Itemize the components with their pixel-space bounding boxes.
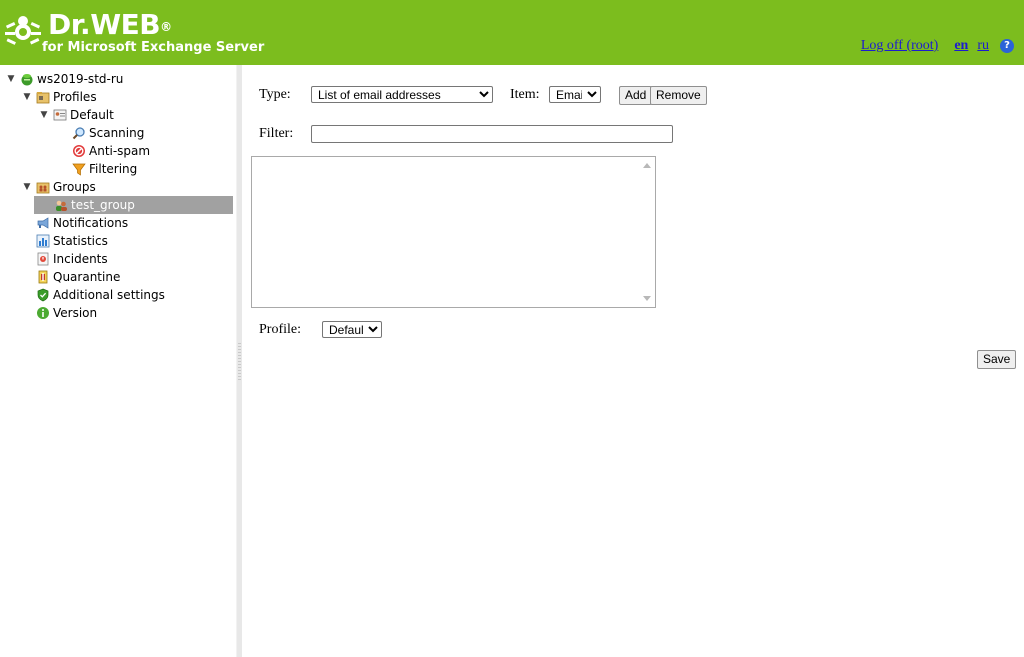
magnifier-icon bbox=[72, 126, 86, 140]
server-icon bbox=[20, 72, 34, 86]
type-select[interactable]: List of email addresses bbox=[311, 86, 493, 103]
expand-caret-icon[interactable]: ▼ bbox=[6, 70, 16, 88]
tree-item-statistics[interactable]: Statistics bbox=[36, 232, 108, 250]
tree-item-test-group[interactable]: test_group bbox=[34, 196, 233, 214]
email-list-box[interactable] bbox=[251, 156, 656, 308]
incident-report-icon bbox=[36, 252, 50, 266]
brand-registered-mark: ® bbox=[160, 20, 172, 34]
tree-item-default-profile[interactable]: ▼ Default bbox=[39, 106, 114, 124]
tree-item-version[interactable]: Version bbox=[36, 304, 97, 322]
tree-item-label: Version bbox=[53, 306, 98, 320]
tree-item-label: Additional settings bbox=[53, 288, 165, 302]
scroll-down-arrow-icon[interactable] bbox=[643, 296, 651, 301]
shield-icon bbox=[36, 288, 50, 302]
type-label: Type: bbox=[259, 87, 291, 102]
header-links: Log off (root) en ru ? bbox=[861, 38, 1014, 54]
tree-item-label: Anti-spam bbox=[89, 144, 151, 158]
expand-caret-icon[interactable]: ▼ bbox=[22, 88, 32, 106]
group-users-icon bbox=[54, 198, 68, 212]
tree-item-label: Notifications bbox=[53, 216, 129, 230]
drweb-logo: Dr.WEB® for Microsoft Exchange Server bbox=[4, 8, 264, 60]
expand-caret-icon[interactable]: ▼ bbox=[22, 178, 32, 196]
megaphone-icon bbox=[36, 216, 50, 230]
no-entry-icon bbox=[72, 144, 86, 158]
brand-subtitle: for Microsoft Exchange Server bbox=[42, 40, 265, 55]
folder-icon bbox=[36, 90, 50, 104]
splitter-grip[interactable] bbox=[238, 343, 241, 381]
scroll-up-arrow-icon[interactable] bbox=[643, 163, 651, 168]
header-bar: Dr.WEB® for Microsoft Exchange Server Lo… bbox=[0, 0, 1024, 65]
tree-item-label: ws2019-std-ru bbox=[37, 72, 124, 86]
tree-item-label: Profiles bbox=[53, 90, 97, 104]
profile-label: Profile: bbox=[259, 322, 301, 337]
tree-item-label: Scanning bbox=[89, 126, 145, 140]
help-icon[interactable]: ? bbox=[1000, 39, 1014, 53]
tree-item-label: Filtering bbox=[89, 162, 138, 176]
filter-label: Filter: bbox=[259, 126, 294, 141]
tree-item-root[interactable]: ▼ ws2019-std-ru bbox=[6, 70, 124, 88]
add-button[interactable]: Add bbox=[619, 86, 653, 105]
tree-item-antispam[interactable]: Anti-spam bbox=[72, 142, 150, 160]
list-scrollbar[interactable] bbox=[640, 157, 655, 307]
expand-caret-icon[interactable]: ▼ bbox=[39, 106, 49, 124]
tree-item-profiles[interactable]: ▼ Profiles bbox=[22, 88, 97, 106]
tree-item-quarantine[interactable]: Quarantine bbox=[36, 268, 120, 286]
brand-name: Dr.WEB bbox=[48, 8, 161, 41]
item-select[interactable]: Email bbox=[549, 86, 601, 103]
lang-ru-link[interactable]: ru bbox=[977, 38, 989, 54]
brand-title: Dr.WEB® bbox=[48, 10, 172, 40]
tree-item-notifications[interactable]: Notifications bbox=[36, 214, 128, 232]
tree-item-groups[interactable]: ▼ Groups bbox=[22, 178, 96, 196]
profile-select[interactable]: Default bbox=[322, 321, 382, 338]
tree-item-label: Default bbox=[70, 108, 114, 122]
bar-chart-icon bbox=[36, 234, 50, 248]
navigation-tree: ▼ ws2019-std-ru ▼ Profiles ▼ Default Sca… bbox=[0, 65, 236, 657]
tree-item-label: Incidents bbox=[53, 252, 108, 266]
logoff-link[interactable]: Log off (root) bbox=[861, 38, 939, 54]
tree-item-label: test_group bbox=[71, 198, 135, 212]
tree-item-incidents[interactable]: Incidents bbox=[36, 250, 108, 268]
groups-folder-icon bbox=[36, 180, 50, 194]
tree-item-label: Statistics bbox=[53, 234, 108, 248]
remove-button[interactable]: Remove bbox=[650, 86, 707, 105]
item-label: Item: bbox=[510, 87, 540, 102]
tree-item-label: Groups bbox=[53, 180, 96, 194]
tree-item-filtering[interactable]: Filtering bbox=[72, 160, 137, 178]
spider-logo-icon bbox=[5, 16, 41, 45]
tree-item-additional-settings[interactable]: Additional settings bbox=[36, 286, 165, 304]
filter-input[interactable] bbox=[311, 125, 673, 143]
profile-card-icon bbox=[53, 108, 67, 122]
tree-item-label: Quarantine bbox=[53, 270, 121, 284]
main-content: Type: List of email addresses Item: Emai… bbox=[242, 65, 1024, 657]
tree-item-scanning[interactable]: Scanning bbox=[72, 124, 144, 142]
info-icon bbox=[36, 306, 50, 320]
quarantine-icon bbox=[36, 270, 50, 284]
funnel-icon bbox=[72, 162, 86, 176]
save-button[interactable]: Save bbox=[977, 350, 1017, 369]
lang-en-link[interactable]: en bbox=[954, 38, 968, 54]
